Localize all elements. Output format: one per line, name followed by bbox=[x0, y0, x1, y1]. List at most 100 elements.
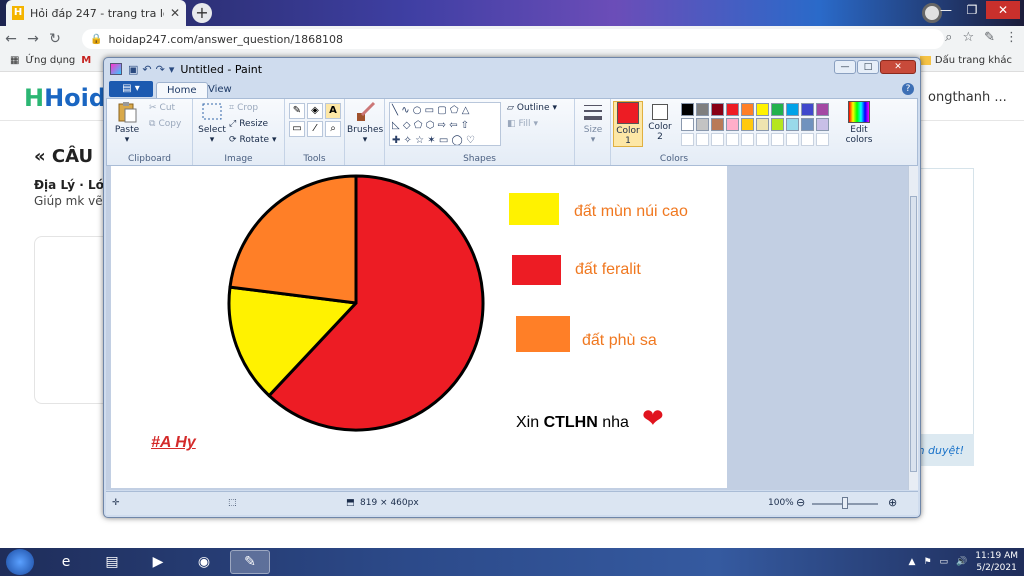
bookmark-apps[interactable]: Ứng dụng bbox=[25, 55, 75, 66]
fill-bucket-icon[interactable]: ◈ bbox=[307, 103, 323, 119]
fill-button[interactable]: ◧ Fill ▾ bbox=[507, 119, 538, 129]
edit-colors-button[interactable]: Edit colors bbox=[841, 101, 877, 145]
other-bookmarks[interactable]: Dấu trang khác bbox=[919, 55, 1012, 66]
chevron-down-icon: ▾ bbox=[533, 119, 539, 129]
rainbow-icon bbox=[848, 101, 870, 123]
shapes-gallery[interactable]: ╲ ∿ ○ ▭ ▢ ⬠ △ ◺ ◇ ⬠ ⬡ ⇨ ⇦ ⇧ ✚ ✧ ☆ ✶ ▭ ◯ ♡ bbox=[389, 102, 501, 146]
tab-view[interactable]: View bbox=[198, 82, 242, 98]
palette-empty-swatch[interactable] bbox=[711, 133, 724, 146]
zoom-slider-thumb[interactable] bbox=[842, 497, 848, 509]
help-icon[interactable]: ? bbox=[902, 83, 914, 95]
start-button[interactable] bbox=[6, 549, 34, 575]
paint-minimize-button[interactable]: — bbox=[834, 60, 856, 74]
user-name[interactable]: ongthanh ... bbox=[928, 90, 1007, 105]
text-tool-icon[interactable]: A bbox=[325, 103, 341, 119]
close-tab-icon[interactable]: ✕ bbox=[170, 6, 180, 20]
zoom-icon[interactable]: ⌕ bbox=[945, 30, 952, 45]
palette-empty-swatch[interactable] bbox=[786, 133, 799, 146]
explorer-icon[interactable]: ▤ bbox=[92, 550, 132, 574]
paint-taskbar-icon[interactable]: ✎ bbox=[230, 550, 270, 574]
cut-button[interactable]: ✂ Cut bbox=[149, 103, 175, 113]
palette-swatch[interactable] bbox=[816, 118, 829, 131]
palette-swatch[interactable] bbox=[681, 118, 694, 131]
customize-qat-icon[interactable]: ▾ bbox=[169, 63, 175, 76]
pencil-icon[interactable]: ✎ bbox=[289, 103, 305, 119]
close-window-button[interactable]: ✕ bbox=[986, 1, 1020, 19]
palette-swatch[interactable] bbox=[696, 118, 709, 131]
paste-button[interactable]: Paste ▾ bbox=[111, 101, 143, 145]
crop-button[interactable]: ⌗ Crop bbox=[229, 103, 258, 113]
palette-swatch[interactable] bbox=[696, 103, 709, 116]
maximize-button[interactable]: ❐ bbox=[960, 1, 984, 19]
color2-button[interactable]: Color 2 bbox=[645, 101, 675, 142]
palette-empty-swatch[interactable] bbox=[696, 133, 709, 146]
volume-icon[interactable]: 🔊 bbox=[956, 557, 967, 567]
minimize-button[interactable]: — bbox=[934, 1, 958, 19]
palette-swatch[interactable] bbox=[786, 118, 799, 131]
resize-button[interactable]: ⤢ Resize bbox=[229, 119, 268, 129]
palette-empty-swatch[interactable] bbox=[681, 133, 694, 146]
palette-swatch[interactable] bbox=[756, 118, 769, 131]
drawing-canvas[interactable]: đất mùn núi cao đất feralit đất phù sa #A … bbox=[111, 166, 727, 488]
new-tab-button[interactable]: + bbox=[192, 3, 212, 23]
palette-swatch[interactable] bbox=[771, 118, 784, 131]
palette-empty-swatch[interactable] bbox=[726, 133, 739, 146]
palette-swatch[interactable] bbox=[741, 103, 754, 116]
palette-swatch[interactable] bbox=[726, 118, 739, 131]
palette-swatch[interactable] bbox=[681, 103, 694, 116]
vertical-scrollbar[interactable] bbox=[908, 166, 918, 490]
zoom-in-button[interactable]: ⊕ bbox=[888, 496, 897, 509]
chrome-icon[interactable]: ◉ bbox=[184, 550, 224, 574]
palette-swatch[interactable] bbox=[801, 103, 814, 116]
paint-close-button[interactable]: ✕ bbox=[880, 60, 916, 74]
bookmark-gmail[interactable]: M bbox=[81, 55, 91, 66]
color-picker-icon[interactable]: ⁄ bbox=[307, 121, 323, 137]
select-button[interactable]: Select ▾ bbox=[197, 101, 227, 145]
brushes-button[interactable]: Brushes ▾ bbox=[347, 101, 383, 145]
tray-expand-icon[interactable]: ▲ bbox=[909, 557, 916, 567]
palette-swatch[interactable] bbox=[801, 118, 814, 131]
forward-icon[interactable]: → bbox=[22, 31, 44, 47]
zoom-out-button[interactable]: ⊖ bbox=[796, 496, 805, 509]
palette-swatch[interactable] bbox=[711, 103, 724, 116]
palette-empty-swatch[interactable] bbox=[771, 133, 784, 146]
palette-empty-swatch[interactable] bbox=[801, 133, 814, 146]
size-button[interactable]: Size ▾ bbox=[577, 101, 609, 145]
palette-empty-swatch[interactable] bbox=[816, 133, 829, 146]
paint-maximize-button[interactable]: □ bbox=[857, 60, 879, 74]
network-icon[interactable]: ▭ bbox=[940, 557, 949, 567]
save-icon[interactable]: ▣ bbox=[128, 63, 138, 76]
ie-icon[interactable]: e bbox=[46, 550, 86, 574]
clock[interactable]: 11:19 AM 5/2/2021 bbox=[975, 550, 1018, 574]
palette-empty-swatch[interactable] bbox=[756, 133, 769, 146]
color1-button[interactable]: Color 1 bbox=[613, 101, 643, 147]
url-field[interactable]: 🔒 hoidap247.com/answer_question/1868108 bbox=[82, 29, 944, 49]
palette-swatch[interactable] bbox=[816, 103, 829, 116]
outline-button[interactable]: ▱ Outline ▾ bbox=[507, 103, 557, 113]
apps-icon[interactable]: ▦ bbox=[10, 55, 19, 66]
magnifier-icon[interactable]: ⌕ bbox=[325, 121, 341, 137]
copy-button[interactable]: ⧉ Copy bbox=[149, 119, 181, 129]
menu-dots-icon[interactable]: ⋮ bbox=[1005, 30, 1018, 45]
palette-swatch[interactable] bbox=[741, 118, 754, 131]
file-menu-button[interactable]: ▤ ▾ bbox=[109, 81, 153, 97]
palette-empty-swatch[interactable] bbox=[741, 133, 754, 146]
flag-icon[interactable]: ⚑ bbox=[923, 557, 931, 567]
star-icon[interactable]: ☆ bbox=[962, 30, 974, 45]
eraser-icon[interactable]: ▭ bbox=[289, 121, 305, 137]
reload-icon[interactable]: ↻ bbox=[44, 31, 66, 47]
browser-tab[interactable]: H Hỏi đáp 247 - trang tra loi ✕ bbox=[6, 0, 186, 26]
rotate-button[interactable]: ⟳ Rotate ▾ bbox=[229, 135, 277, 145]
media-player-icon[interactable]: ▶ bbox=[138, 550, 178, 574]
palette-swatch[interactable] bbox=[726, 103, 739, 116]
extension-icon[interactable]: ✎ bbox=[984, 30, 995, 45]
undo-icon[interactable]: ↶ bbox=[142, 63, 151, 76]
scrollbar-thumb[interactable] bbox=[910, 196, 917, 472]
redo-icon[interactable]: ↷ bbox=[156, 63, 165, 76]
back-icon[interactable]: ← bbox=[0, 31, 22, 47]
palette-swatch[interactable] bbox=[771, 103, 784, 116]
clock-time: 11:19 AM bbox=[975, 551, 1018, 561]
palette-swatch[interactable] bbox=[711, 118, 724, 131]
palette-swatch[interactable] bbox=[756, 103, 769, 116]
palette-swatch[interactable] bbox=[786, 103, 799, 116]
